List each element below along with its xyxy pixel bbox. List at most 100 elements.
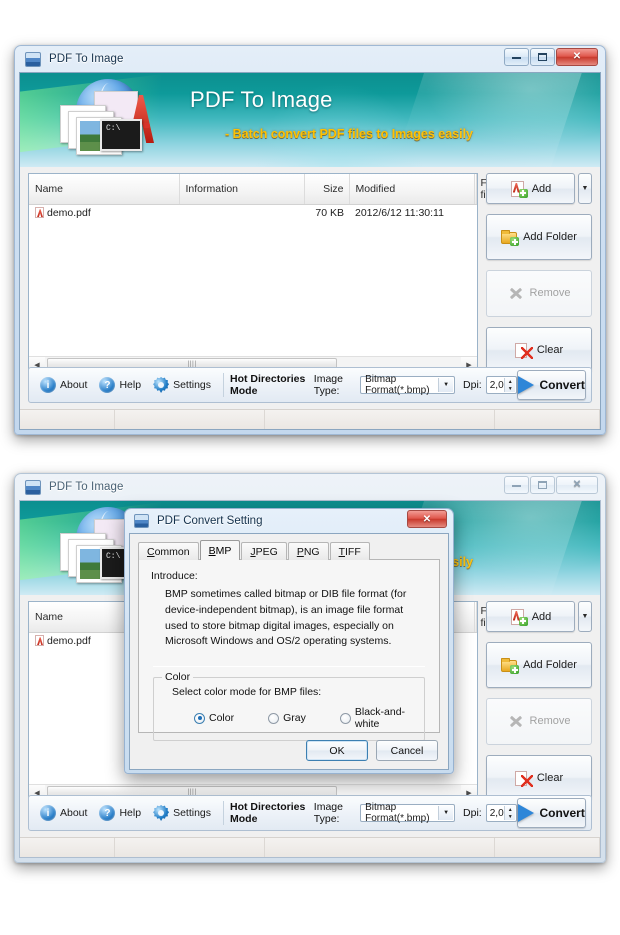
banner-tagline: - Batch convert PDF files to Images easi… — [225, 127, 473, 141]
radio-gray-dot-icon[interactable] — [268, 712, 280, 724]
column-header-modified[interactable]: Modified — [349, 174, 475, 205]
add-button-label: Add — [531, 182, 552, 195]
introduce-text: BMP sometimes called bitmap or DIB file … — [165, 588, 407, 648]
maximize-button-2[interactable] — [530, 476, 555, 494]
help-button[interactable]: ? Help — [93, 375, 147, 395]
about-button-2[interactable]: i About — [34, 803, 93, 823]
add-folder-button[interactable]: Add Folder — [486, 214, 592, 261]
client-area: PDF To Image - Batch convert PDF files t… — [19, 72, 601, 430]
spin-down-icon-2[interactable]: ▼ — [505, 813, 515, 820]
tab-tiff[interactable]: TIFF — [329, 542, 370, 560]
help-label-2: Help — [119, 807, 142, 819]
settings-label-2: Settings — [173, 807, 212, 819]
cell-fullpath-2: C:\Us — [474, 633, 477, 650]
dialog-close-button[interactable]: ✕ — [407, 510, 447, 528]
clear-x-icon-2 — [514, 770, 533, 787]
gear-icon-2 — [153, 805, 170, 821]
maximize-button[interactable] — [530, 48, 555, 66]
hot-directories-mode-label[interactable]: Hot Directories Mode — [230, 373, 306, 397]
status-cell-2 — [115, 410, 265, 429]
dialog-title: PDF Convert Setting — [157, 515, 263, 527]
spin-down-icon[interactable]: ▼ — [505, 385, 515, 392]
status-cell-2-2 — [115, 838, 265, 857]
cell-size: 70 KB — [315, 207, 344, 220]
add-button-2[interactable]: Add — [486, 601, 575, 632]
side-button-panel-2: Add ▼ Add Folder Remove Clear — [486, 601, 592, 801]
radio-color[interactable]: Color — [194, 712, 234, 724]
column-header-size[interactable]: Size — [304, 174, 350, 205]
add-button[interactable]: Add — [486, 173, 575, 204]
add-dropdown-button-2[interactable]: ▼ — [578, 601, 592, 632]
cancel-button[interactable]: Cancel — [376, 740, 438, 761]
close-button[interactable]: ✕ — [556, 48, 598, 66]
settings-button-2[interactable]: Settings — [147, 803, 217, 823]
chevron-down-icon-2[interactable]: ▼ — [438, 806, 454, 820]
hot-directories-mode-label-2[interactable]: Hot Directories Mode — [230, 801, 306, 825]
cell-name-text-2: demo.pdf — [47, 635, 91, 648]
play-icon — [518, 376, 535, 394]
dpi-label: Dpi: — [463, 379, 482, 391]
dialog-body: Common BMP JPEG PNG TIFF Introduce: BMP … — [129, 533, 449, 770]
image-type-select-2[interactable]: Bitmap Format(*.bmp) ▼ — [360, 802, 456, 824]
bottom-toolbar: i About ? Help Settings Hot Directories … — [28, 367, 592, 403]
settings-button[interactable]: Settings — [147, 375, 217, 395]
gear-icon — [153, 377, 170, 393]
app-icon-2 — [25, 479, 41, 495]
tab-bmp[interactable]: BMP — [199, 540, 241, 560]
dialog-title-bar[interactable]: PDF Convert Setting ✕ — [129, 509, 449, 533]
clear-x-icon — [514, 342, 533, 359]
close-button-2[interactable]: ✕ — [556, 476, 598, 494]
spin-up-icon-2[interactable]: ▲ — [505, 806, 515, 813]
window-title: PDF To Image — [49, 53, 124, 65]
ok-button[interactable]: OK — [306, 740, 368, 761]
radio-color-dot-icon[interactable] — [194, 712, 205, 724]
column-header-name[interactable]: Name — [29, 174, 180, 205]
dpi-spin-buttons[interactable]: ▲ ▼ — [504, 378, 516, 392]
color-mode-radio-group: Color Gray Black-and-white — [194, 706, 414, 730]
minimize-button-2[interactable] — [504, 476, 529, 494]
dpi-spin-buttons-2[interactable]: ▲ ▼ — [504, 806, 516, 820]
title-bar[interactable]: PDF To Image ✕ — [19, 46, 601, 72]
add-pdf-icon — [510, 180, 528, 198]
radio-black-and-white[interactable]: Black-and-white — [339, 706, 414, 730]
dpi-stepper[interactable]: 2,08 ▲ ▼ — [485, 376, 518, 394]
radio-gray[interactable]: Gray — [268, 712, 306, 724]
file-list-empty-space[interactable] — [29, 221, 477, 356]
convert-button[interactable]: Convert — [517, 370, 586, 400]
file-list[interactable]: Name Information Size Modified Full fi — [28, 173, 497, 373]
cell-information — [179, 205, 304, 222]
clear-button-label-2: Clear — [536, 771, 564, 784]
column-header-fullpath-2[interactable]: Full fi — [474, 602, 497, 633]
minimize-button[interactable] — [504, 48, 529, 66]
tab-png[interactable]: PNG — [287, 542, 329, 560]
convert-label: Convert — [539, 378, 585, 392]
add-button-label-2: Add — [531, 610, 552, 623]
tab-jpeg[interactable]: JPEG — [241, 542, 287, 560]
convert-button-2[interactable]: Convert — [517, 798, 586, 828]
title-bar-2[interactable]: PDF To Image ✕ — [19, 474, 601, 500]
dpi-stepper-2[interactable]: 2,08 ▲ ▼ — [485, 804, 518, 822]
add-button-group: Add ▼ — [486, 173, 592, 204]
pdf-file-icon-2 — [35, 635, 44, 647]
app-logo-icon — [58, 77, 168, 167]
tab-accelerator: B — [208, 545, 216, 557]
table-row[interactable]: demo.pdf 70 KB 2012/6/12 11:30:11 C:\Us — [29, 205, 477, 222]
color-group-title: Color — [162, 671, 194, 683]
remove-button: Remove — [486, 270, 592, 317]
help-button-2[interactable]: ? Help — [93, 803, 147, 823]
tab-label-rest: ommon — [154, 546, 190, 558]
column-header-fullpath[interactable]: Full fi — [474, 174, 497, 205]
tab-common[interactable]: Common — [138, 542, 199, 560]
color-groupbox: Color Select color mode for BMP files: C… — [153, 671, 425, 741]
add-dropdown-button[interactable]: ▼ — [578, 173, 592, 204]
spin-up-icon[interactable]: ▲ — [505, 378, 515, 385]
radio-bw-dot-icon[interactable] — [339, 712, 351, 724]
chevron-down-icon[interactable]: ▼ — [438, 378, 454, 392]
add-folder-button-2[interactable]: Add Folder — [486, 642, 592, 689]
column-header-information[interactable]: Information — [179, 174, 305, 205]
status-bar — [20, 409, 600, 429]
tab-accelerator: C — [147, 546, 155, 558]
status-cell-1-2 — [20, 838, 115, 857]
about-button[interactable]: i About — [34, 375, 93, 395]
image-type-select[interactable]: Bitmap Format(*.bmp) ▼ — [360, 374, 456, 396]
